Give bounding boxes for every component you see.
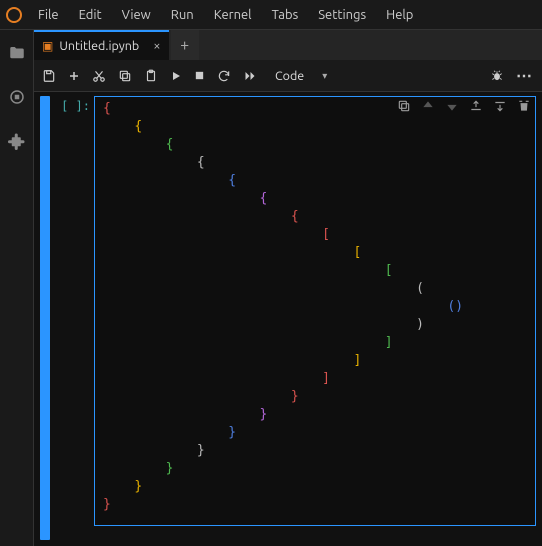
menu-settings[interactable]: Settings xyxy=(308,8,376,22)
code-line: { xyxy=(103,136,527,154)
code-line: ( xyxy=(103,280,527,298)
notebook-icon: ▣ xyxy=(42,39,53,53)
jupyter-logo-icon xyxy=(0,6,28,24)
close-icon[interactable]: × xyxy=(153,39,160,53)
code-line: ] xyxy=(103,352,527,370)
menu-tabs[interactable]: Tabs xyxy=(262,8,309,22)
menu-help[interactable]: Help xyxy=(376,8,423,22)
menu-view[interactable]: View xyxy=(112,8,161,22)
code-line: } xyxy=(103,388,527,406)
tab-title: Untitled.ipynb xyxy=(59,39,139,53)
code-line: [ xyxy=(103,244,527,262)
new-tab-button[interactable]: + xyxy=(171,30,199,60)
notebook-toolbar: Code ▾ ⋯ xyxy=(34,60,542,92)
restart-button[interactable] xyxy=(217,69,231,83)
code-line: { xyxy=(103,190,527,208)
code-line: () xyxy=(103,298,527,316)
menu-file[interactable]: File xyxy=(28,8,69,22)
code-line: { xyxy=(103,172,527,190)
cell-gutter[interactable] xyxy=(40,96,50,540)
duplicate-cell-icon[interactable] xyxy=(397,99,411,113)
cell-toolbar xyxy=(397,99,531,113)
more-button[interactable]: ⋯ xyxy=(516,66,534,85)
copy-button[interactable] xyxy=(118,69,132,83)
run-button[interactable] xyxy=(170,70,182,82)
delete-cell-icon[interactable] xyxy=(517,99,531,113)
code-line: } xyxy=(103,442,527,460)
code-line: [ xyxy=(103,226,527,244)
insert-above-icon[interactable] xyxy=(469,99,483,113)
cell-prompt: [ ]: xyxy=(52,96,94,113)
menu-edit[interactable]: Edit xyxy=(69,8,112,22)
add-cell-button[interactable] xyxy=(68,70,80,82)
code-line: ] xyxy=(103,370,527,388)
save-button[interactable] xyxy=(42,69,56,83)
code-line: { xyxy=(103,118,527,136)
move-down-icon[interactable] xyxy=(445,99,459,113)
stop-button[interactable] xyxy=(194,70,205,81)
code-line: { xyxy=(103,208,527,226)
menu-kernel[interactable]: Kernel xyxy=(204,8,262,22)
code-line: } xyxy=(103,496,527,514)
move-up-icon[interactable] xyxy=(421,99,435,113)
code-line: ] xyxy=(103,334,527,352)
tab-untitled[interactable]: ▣ Untitled.ipynb × xyxy=(34,30,169,60)
cell-type-label: Code xyxy=(275,69,304,83)
code-line: [ xyxy=(103,262,527,280)
debug-button[interactable] xyxy=(490,69,504,83)
code-line: } xyxy=(103,406,527,424)
menu-run[interactable]: Run xyxy=(161,8,204,22)
code-line: { xyxy=(103,154,527,172)
code-line: } xyxy=(103,460,527,478)
folder-icon[interactable] xyxy=(8,44,26,62)
code-line: } xyxy=(103,478,527,496)
menubar: FileEditViewRunKernelTabsSettingsHelp xyxy=(0,0,542,30)
insert-below-icon[interactable] xyxy=(493,99,507,113)
cut-button[interactable] xyxy=(92,69,106,83)
run-all-button[interactable] xyxy=(243,70,257,82)
paste-button[interactable] xyxy=(144,69,158,83)
tabbar: ▣ Untitled.ipynb × + xyxy=(34,30,542,60)
chevron-down-icon: ▾ xyxy=(322,70,327,82)
extensions-icon[interactable] xyxy=(8,132,26,150)
cell-type-select[interactable]: Code ▾ xyxy=(269,69,333,83)
running-icon[interactable] xyxy=(8,88,26,106)
left-sidebar xyxy=(0,30,34,546)
code-editor[interactable]: { { { { { { { [ [ [ xyxy=(94,96,536,526)
code-line: } xyxy=(103,424,527,442)
notebook-area: [ ]: { { { xyxy=(34,92,542,546)
code-line: ) xyxy=(103,316,527,334)
